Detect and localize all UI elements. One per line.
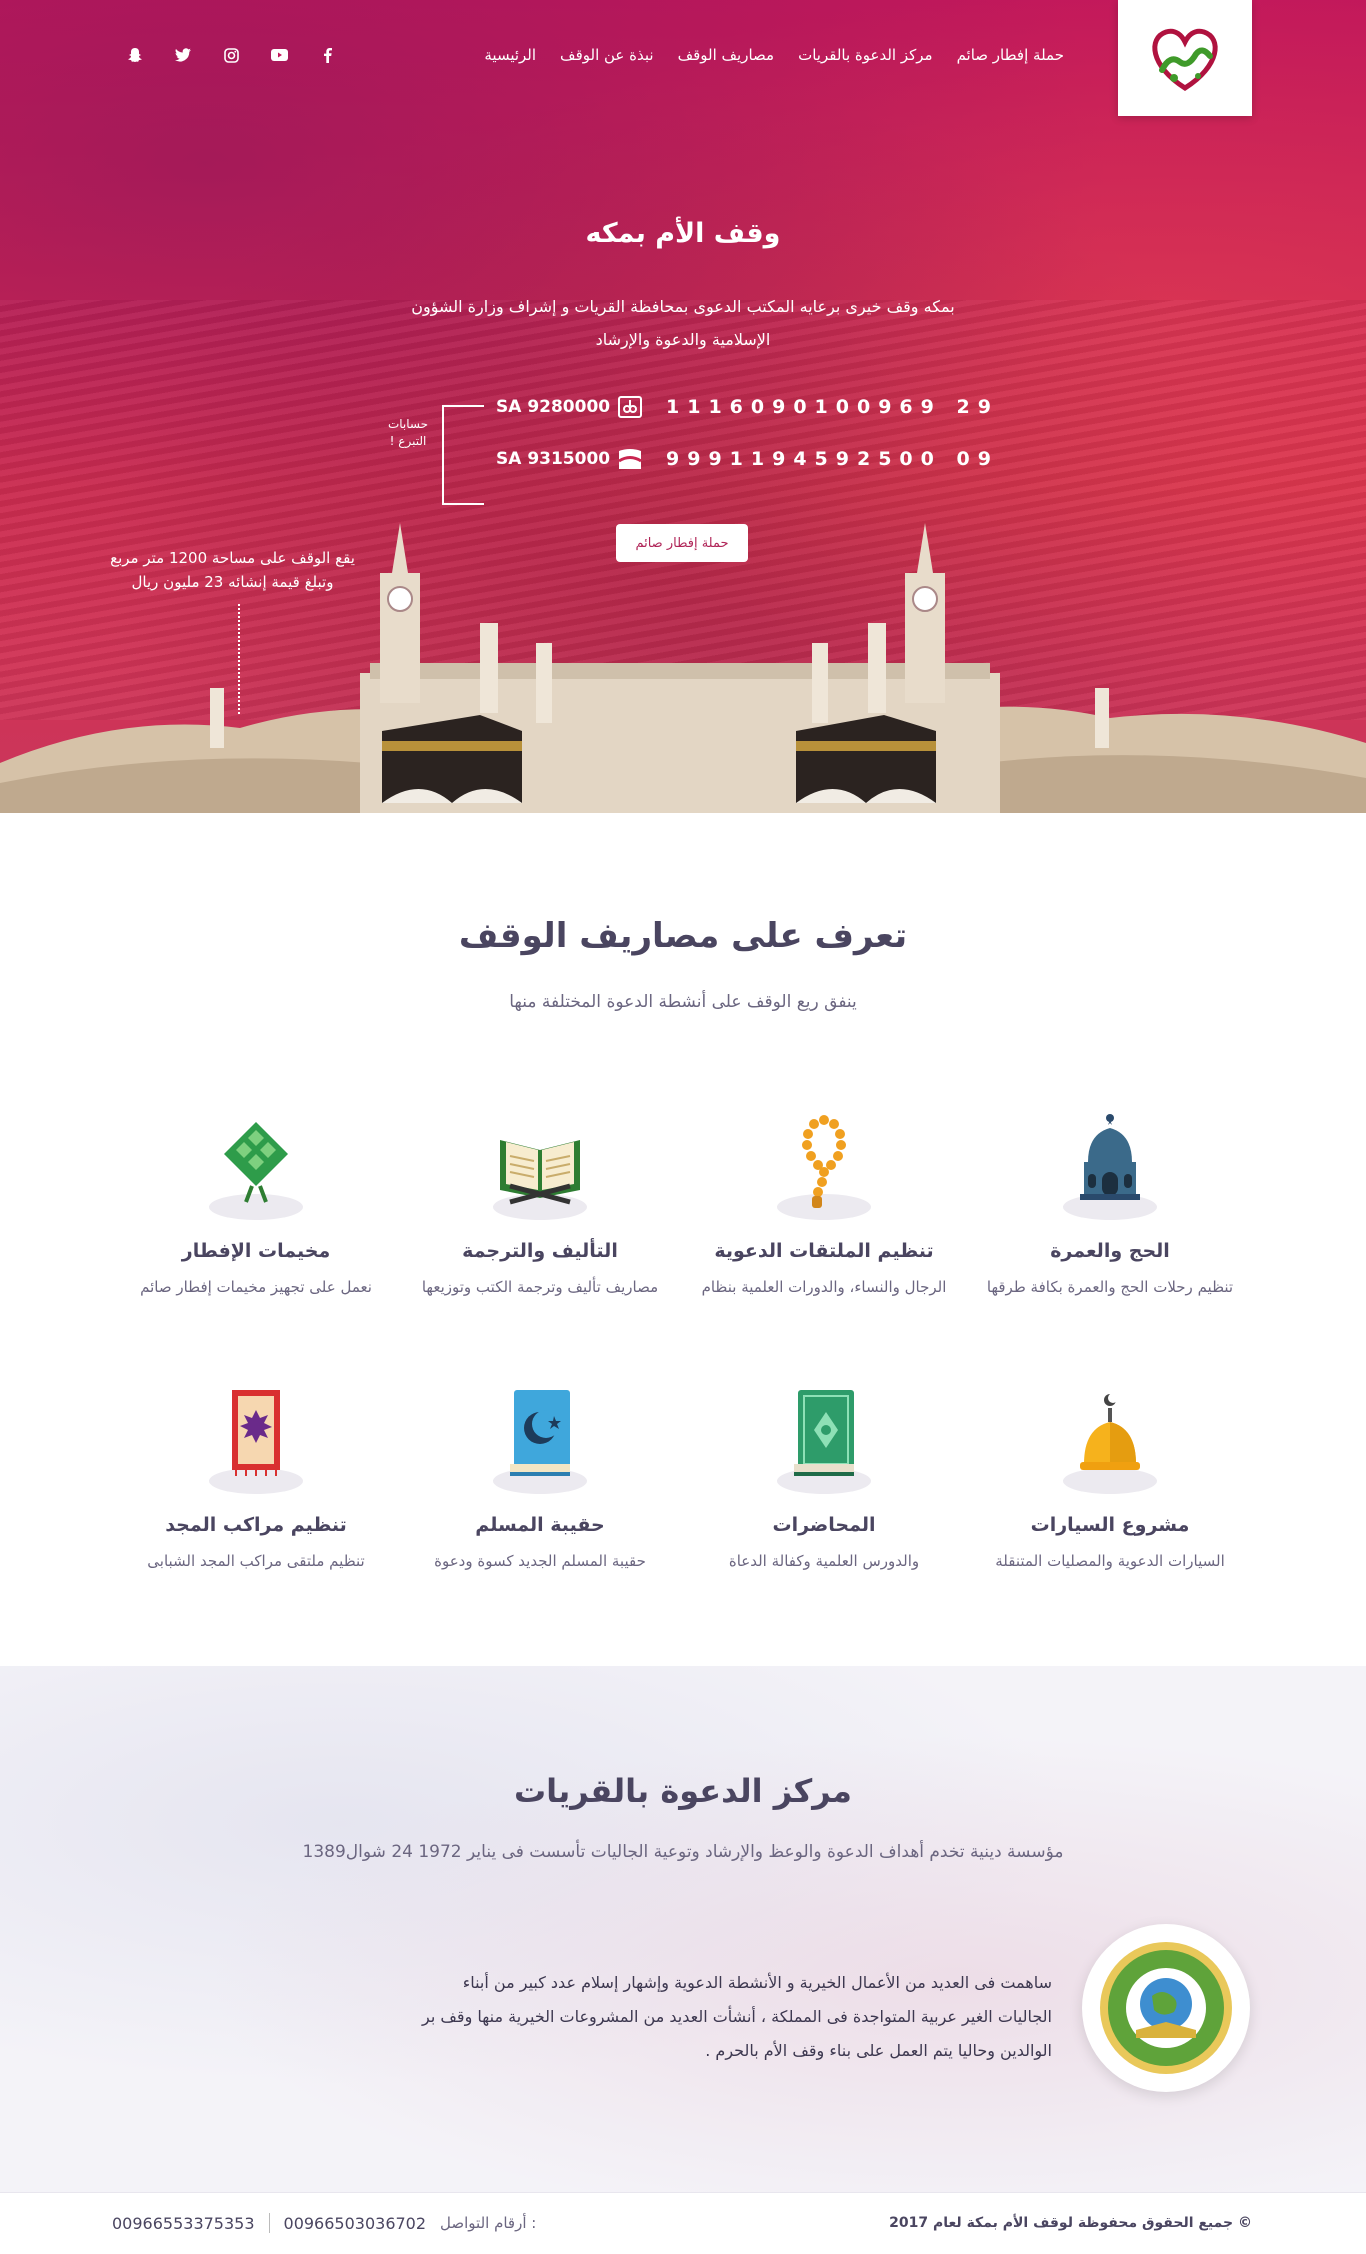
dawah-office-logo (1082, 1924, 1250, 2092)
center-title: مركز الدعوة بالقريات (514, 1772, 852, 1810)
service-title: تنظيم الملتقات الدعوية (714, 1240, 934, 1262)
service-desc: حقيبة المسلم الجديد كسوة ودعوة (434, 1552, 646, 1570)
service-desc: مصاريف تأليف وترجمة الكتب وتوزيعها (421, 1278, 659, 1296)
service-card[interactable]: مشروع السيارات السيارات الدعوية والمصليا… (980, 1384, 1240, 1570)
nav-dawah-center[interactable]: مركز الدعوة بالقريات (798, 46, 932, 64)
accounts-bracket (442, 405, 484, 505)
nav-home[interactable]: الرئيسية (484, 46, 536, 64)
service-card[interactable]: تنظيم الملتقات الدعوية الرجال والنساء، و… (694, 1110, 954, 1296)
hero-section: الرئيسية نبذة عن الوقف مصاريف الوقف مركز… (0, 0, 1366, 813)
hero-description: بمكه وقف خيرى برعايه المكتب الدعوى بمحاف… (411, 297, 955, 349)
prayer-rug-icon (201, 1384, 311, 1494)
phone-separator (268, 2213, 270, 2233)
service-desc: نعمل على تجهيز مخيمات إفطار صائم (140, 1278, 372, 1296)
ketupat-icon (201, 1110, 311, 1220)
account-row: SA 9315000 9991194592500 09 (496, 447, 999, 471)
services-title: تعرف على مصاريف الوقف (458, 916, 908, 956)
alrajhi-bank-icon (616, 395, 644, 419)
center-body: ساهمت فى العديد من الأعمال الخيرية و الأ… (422, 1973, 1052, 2060)
green-book-icon (769, 1384, 879, 1494)
nav-expenses[interactable]: مصاريف الوقف (678, 46, 775, 64)
hero-title: وقف الأم بمكه (585, 218, 781, 249)
service-card[interactable]: تنظيم مراكب المجد تنظيم ملتقى مراكب المج… (126, 1384, 386, 1570)
alinma-bank-icon (616, 447, 644, 471)
service-title: التأليف والترجمة (462, 1240, 618, 1262)
phone-number[interactable]: 00966503036702 (284, 2214, 427, 2233)
copyright-text: © جميع الحقوق محفوظة لوقف الأم بمكة لعام… (889, 2215, 1252, 2231)
service-title: حقيبة المسلم (475, 1514, 605, 1536)
service-card[interactable]: حقيبة المسلم حقيبة المسلم الجديد كسوة ود… (410, 1384, 670, 1570)
facebook-icon[interactable] (316, 44, 338, 66)
service-card[interactable]: التأليف والترجمة مصاريف تأليف وترجمة الك… (410, 1110, 670, 1296)
service-desc: تنظيم ملتقى مراكب المجد الشبابى (147, 1552, 365, 1570)
site-logo[interactable] (1118, 0, 1252, 116)
nav-about[interactable]: نبذة عن الوقف (560, 46, 654, 64)
social-links (124, 44, 338, 66)
service-card[interactable]: المحاضرات والدورس العلمية وكفالة الدعاة (694, 1384, 954, 1570)
makkah-skyline-illustration (0, 523, 1366, 813)
main-nav: الرئيسية نبذة عن الوقف مصاريف الوقف مركز… (484, 46, 1064, 64)
nav-iftar-campaign[interactable]: حملة إفطار صائم (957, 46, 1064, 64)
page: الرئيسية نبذة عن الوقف مصاريف الوقف مركز… (0, 0, 1366, 2254)
account-code: SA 9315000 (496, 449, 611, 469)
prayer-beads-icon (769, 1110, 879, 1220)
service-desc: السيارات الدعوية والمصليات المتنقلة (995, 1552, 1225, 1570)
accounts-label: حسابات التبرع ! (387, 417, 429, 448)
contact-phones: 00966553375353 00966503036702 أرقام التو… (112, 2213, 536, 2233)
account-number: 1116090100969 29 (666, 396, 999, 418)
blue-book-crescent-icon (485, 1384, 595, 1494)
mosque-dome-icon (1055, 1110, 1165, 1220)
service-desc: الرجال والنساء، والدورات العلمية بنظام (701, 1278, 947, 1296)
service-title: تنظيم مراكب المجد (165, 1514, 347, 1536)
service-title: مشروع السيارات (1030, 1514, 1190, 1536)
dawah-center-section: مركز الدعوة بالقريات مؤسسة دينية تخدم أه… (0, 1666, 1366, 2192)
service-title: المحاضرات (772, 1514, 876, 1536)
phone-number[interactable]: 00966553375353 (112, 2214, 255, 2233)
account-number: 9991194592500 09 (666, 448, 999, 470)
service-title: مخيمات الإفطار (181, 1240, 331, 1262)
service-desc: والدورس العلمية وكفالة الدعاة (728, 1552, 920, 1570)
service-title: الحج والعمرة (1050, 1240, 1170, 1262)
service-desc: تنظيم رحلات الحج والعمرة بكافة طرقها (986, 1278, 1234, 1296)
footer: © جميع الحقوق محفوظة لوقف الأم بمكة لعام… (0, 2192, 1366, 2254)
golden-dome-icon (1055, 1384, 1165, 1494)
twitter-icon[interactable] (172, 44, 194, 66)
account-row: SA 9280000 1116090100969 29 (496, 395, 999, 419)
center-subtitle: مؤسسة دينية تخدم أهداف الدعوة والوعظ وال… (302, 1842, 1064, 1862)
account-code: SA 9280000 (496, 397, 611, 417)
instagram-icon[interactable] (220, 44, 242, 66)
snapchat-icon[interactable] (124, 44, 146, 66)
services-subtitle: ينفق ريع الوقف على أنشطة الدعوة المختلفة… (509, 992, 857, 1012)
phones-label: أرقام التواصل : (440, 2214, 537, 2232)
open-quran-icon (485, 1110, 595, 1220)
service-card[interactable]: مخيمات الإفطار نعمل على تجهيز مخيمات إفط… (126, 1110, 386, 1296)
service-card[interactable]: الحج والعمرة تنظيم رحلات الحج والعمرة بك… (980, 1110, 1240, 1296)
youtube-icon[interactable] (268, 44, 290, 66)
heart-waqf-logo-icon (1152, 28, 1218, 91)
